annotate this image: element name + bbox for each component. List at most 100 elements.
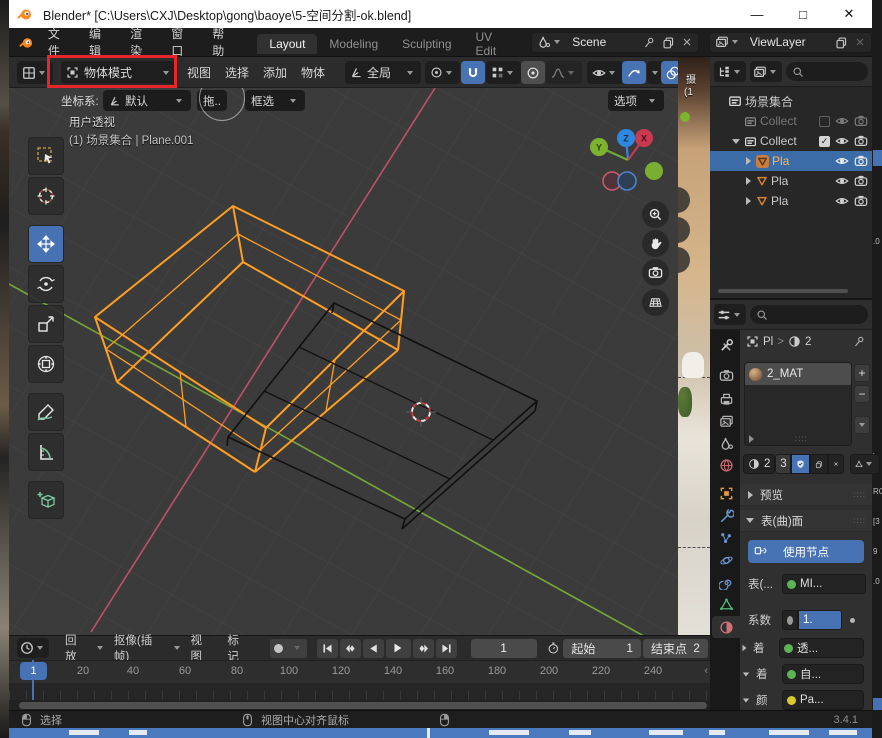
pin-icon[interactable]: [640, 36, 659, 49]
menu-object[interactable]: 物体: [301, 61, 325, 84]
tool-move[interactable]: [28, 225, 64, 263]
tab-tool[interactable]: [712, 334, 740, 356]
camera-icon[interactable]: [854, 114, 868, 128]
pan-hand-button[interactable]: [642, 230, 669, 257]
properties-editor-type-button[interactable]: [714, 304, 746, 325]
breadcrumb-object[interactable]: Pl: [763, 336, 773, 348]
surface-shader-dropdown[interactable]: MI...: [782, 574, 866, 594]
visibility-dropdown[interactable]: [587, 61, 623, 84]
menu-view[interactable]: 视图: [187, 61, 211, 84]
outliner-search[interactable]: [786, 62, 868, 81]
coordinate-system-dropdown[interactable]: 默认: [103, 90, 191, 111]
panel-surface[interactable]: 表(曲)面 ::::: [740, 510, 872, 532]
panel-preview[interactable]: 预览 ::::: [740, 484, 872, 506]
material-slot-selected[interactable]: 2_MAT: [745, 363, 851, 385]
current-frame-field[interactable]: 1: [471, 639, 537, 658]
jump-start-button[interactable]: [317, 639, 338, 658]
tool-rotate[interactable]: [28, 265, 64, 303]
color-dropdown[interactable]: Pa...: [782, 690, 864, 710]
play-reverse-button[interactable]: [363, 639, 384, 658]
camera-icon[interactable]: [854, 194, 868, 208]
factor-value-field[interactable]: 1.: [798, 610, 842, 630]
camera-icon[interactable]: [854, 174, 868, 188]
timeline-track[interactable]: [9, 683, 710, 700]
tab-world[interactable]: [712, 454, 740, 476]
eye-icon[interactable]: [835, 114, 849, 128]
proportional-edit-toggle[interactable]: [521, 61, 545, 84]
menu-window[interactable]: 窗口: [161, 25, 202, 59]
tab-object-data[interactable]: [712, 593, 740, 615]
outliner-row-collection-disabled[interactable]: Collect: [710, 111, 872, 131]
panel-drag-grip[interactable]: ::::: [853, 516, 866, 525]
outliner-row-scene-collection[interactable]: 场景集合: [710, 91, 872, 111]
eye-icon[interactable]: [835, 134, 849, 148]
outliner-row-object[interactable]: Pla: [710, 171, 872, 191]
timeline-ruler[interactable]: 20 40 60 80 100 120 140 160 180 200 220 …: [9, 660, 710, 683]
remove-viewlayer-icon[interactable]: [851, 36, 869, 48]
tool-measure[interactable]: [28, 433, 64, 471]
tab-particles[interactable]: [712, 527, 740, 549]
expand-icon[interactable]: [743, 645, 747, 651]
tab-output[interactable]: [712, 388, 740, 410]
material-users-count[interactable]: 3: [775, 454, 791, 474]
breadcrumb-material[interactable]: 2: [805, 336, 811, 348]
outliner-search-input[interactable]: [804, 65, 844, 79]
scene-browse-button[interactable]: [534, 35, 566, 49]
camera-view-button[interactable]: [642, 259, 669, 286]
secondary-viewport-strip[interactable]: 摄 (1: [678, 57, 710, 635]
tab-material[interactable]: [712, 616, 740, 638]
expand-icon[interactable]: [746, 177, 751, 185]
maximize-button[interactable]: □: [780, 0, 826, 28]
camera-icon[interactable]: [854, 154, 868, 168]
orthographic-toggle-button[interactable]: [642, 289, 669, 316]
scrollbar-handle[interactable]: [19, 702, 707, 709]
pivot-dropdown[interactable]: [425, 61, 460, 84]
add-material-slot-button[interactable]: +: [854, 364, 870, 382]
exclude-checkbox[interactable]: ✓: [819, 136, 830, 147]
orientation-dropdown[interactable]: 全局: [345, 61, 421, 84]
collapse-icon[interactable]: [743, 698, 749, 702]
tool-annotate[interactable]: [28, 393, 64, 431]
workspace-tab-layout[interactable]: Layout: [257, 34, 317, 54]
jump-end-button[interactable]: [436, 639, 457, 658]
gizmos-toggle[interactable]: [622, 61, 646, 84]
expand-icon[interactable]: [746, 197, 751, 205]
tool-add-cube[interactable]: [28, 481, 64, 519]
zoom-button[interactable]: [642, 201, 669, 228]
use-nodes-button[interactable]: 使用节点: [748, 540, 864, 563]
unlink-material-button[interactable]: [828, 454, 844, 474]
tool-cursor[interactable]: [28, 177, 64, 215]
snap-settings-dropdown[interactable]: [486, 61, 521, 84]
play-button[interactable]: [386, 639, 410, 658]
tab-object[interactable]: [712, 482, 740, 504]
menu-edit[interactable]: 编辑: [79, 25, 120, 59]
eye-icon[interactable]: [835, 194, 849, 208]
editor-type-button[interactable]: [17, 61, 53, 84]
close-button[interactable]: ✕: [826, 0, 872, 28]
material-specials-button[interactable]: [854, 416, 870, 434]
factor-socket-button[interactable]: [782, 610, 798, 630]
animate-decorator[interactable]: [850, 618, 855, 623]
menu-add[interactable]: 添加: [263, 61, 287, 84]
snap-toggle[interactable]: [461, 61, 485, 84]
properties-search-input[interactable]: [768, 308, 808, 322]
shader1-dropdown[interactable]: 透...: [779, 638, 864, 658]
prev-keyframe-button[interactable]: [340, 639, 361, 658]
new-scene-icon[interactable]: [659, 36, 678, 49]
collapse-icon[interactable]: [743, 672, 749, 676]
list-resize-grip[interactable]: ::::: [795, 434, 808, 443]
eye-icon[interactable]: [835, 174, 849, 188]
exclude-checkbox[interactable]: [819, 116, 830, 127]
frame-end-field[interactable]: 结束点2: [643, 639, 708, 658]
outliner-hscrollbar[interactable]: [718, 289, 848, 293]
auto-keying-button[interactable]: [270, 639, 307, 658]
viewlayer-name[interactable]: ViewLayer: [744, 35, 832, 49]
eye-icon[interactable]: [835, 154, 849, 168]
remove-material-slot-button[interactable]: −: [854, 385, 870, 403]
tab-constraints[interactable]: [712, 571, 740, 593]
duplicate-material-button[interactable]: [810, 454, 828, 474]
fake-user-toggle[interactable]: [791, 454, 810, 474]
camera-icon[interactable]: [854, 134, 868, 148]
timeline-editor-type-button[interactable]: [17, 638, 49, 658]
tool-select-box[interactable]: [28, 137, 64, 175]
